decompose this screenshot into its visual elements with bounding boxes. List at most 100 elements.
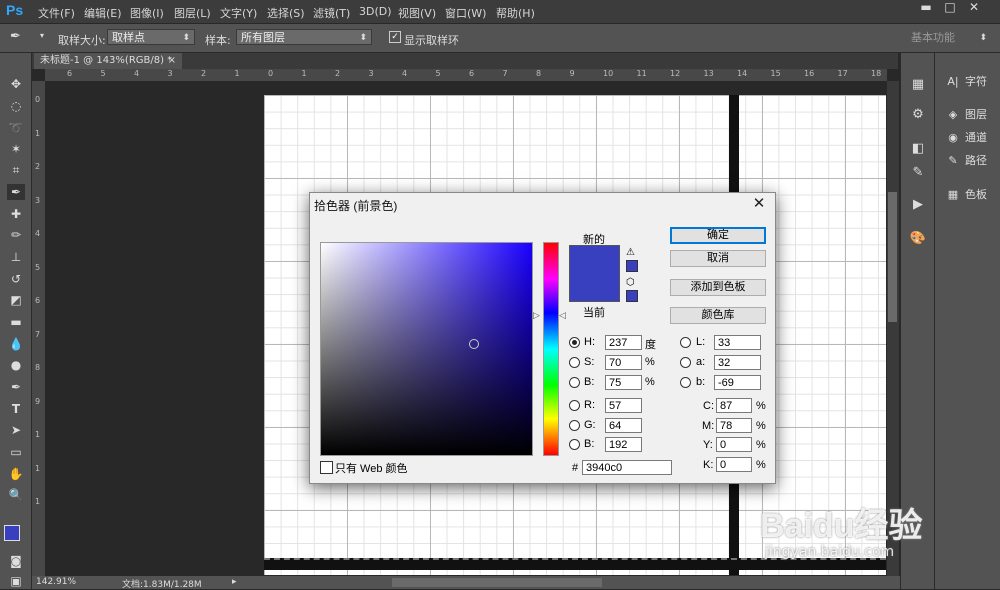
hue-field[interactable]: 237 [605, 335, 642, 350]
sample-select[interactable]: 所有图层 ⬍ [236, 29, 372, 45]
workspace-select[interactable]: 基本功能 ⬍ [906, 29, 992, 45]
vertical-scroll-thumb[interactable] [888, 192, 897, 322]
menu-filter[interactable]: 滤镜(T) [313, 5, 350, 21]
menu-view[interactable]: 视图(V) [398, 5, 436, 21]
crop-tool-icon[interactable]: ⌗ [7, 162, 25, 178]
blue-radio[interactable] [569, 439, 580, 450]
stamp-tool-icon[interactable]: ⊥ [7, 249, 25, 265]
web-safe-swatch[interactable] [626, 290, 638, 302]
hue-slider-left-arrow-icon[interactable]: ▷ [533, 310, 540, 321]
add-to-swatches-button[interactable]: 添加到色板 [670, 279, 766, 296]
menu-window[interactable]: 窗口(W) [445, 5, 486, 21]
out-of-gamut-warning-icon[interactable]: ⚠ [626, 247, 635, 258]
hue-slider[interactable] [543, 242, 559, 456]
document-tab[interactable]: 未标题-1 @ 143%(RGB/8) * × [34, 53, 182, 69]
sample-size-select[interactable]: 取样点 ⬍ [107, 29, 195, 45]
gamut-swatch[interactable] [626, 260, 638, 272]
brush-presets-icon[interactable]: 🎨 [909, 231, 927, 249]
styles-panel-icon[interactable]: ✎ [909, 165, 927, 183]
ok-button[interactable]: 确定 [670, 227, 766, 244]
panel-character[interactable]: A| 字符 [935, 71, 1000, 93]
history-panel-icon[interactable]: ▦ [909, 77, 927, 95]
actions-panel-icon[interactable]: ▶ [909, 197, 927, 215]
black-field[interactable]: 0 [716, 457, 752, 472]
saturation-field[interactable]: 70 [605, 355, 642, 370]
close-window-button[interactable]: ✕ [962, 0, 986, 18]
color-libraries-button[interactable]: 颜色库 [670, 307, 766, 324]
menu-type[interactable]: 文字(Y) [220, 5, 257, 21]
lab-a-radio[interactable] [680, 357, 691, 368]
magic-wand-icon[interactable]: ✶ [7, 141, 25, 157]
properties-panel-icon[interactable]: ⚙ [909, 107, 927, 125]
rectangle-tool-icon[interactable]: ▭ [7, 444, 25, 460]
zoom-level[interactable]: 142.91% [36, 577, 76, 587]
eyedropper-tool-icon[interactable]: ✒ [7, 184, 25, 200]
path-selection-icon[interactable]: ➤ [7, 422, 25, 438]
restore-button[interactable]: □ [938, 0, 962, 18]
magenta-field[interactable]: 78 [716, 418, 752, 433]
menu-layer[interactable]: 图层(L) [174, 5, 211, 21]
green-field[interactable]: 64 [605, 418, 642, 433]
horizontal-scroll-thumb[interactable] [392, 578, 602, 587]
saturation-brightness-field[interactable] [320, 242, 533, 456]
menu-3d[interactable]: 3D(D) [359, 5, 392, 18]
foreground-color-swatch[interactable] [4, 525, 20, 541]
minimize-button[interactable]: ▬ [914, 0, 938, 18]
lab-b-field[interactable]: -69 [714, 375, 761, 390]
marquee-tool-icon[interactable]: ◌ [7, 98, 25, 114]
lab-a-field[interactable]: 32 [714, 355, 761, 370]
panel-layers[interactable]: ◈ 图层 [935, 104, 1000, 126]
blur-tool-icon[interactable]: 💧 [7, 336, 25, 352]
color-field-cursor[interactable] [469, 339, 479, 349]
ruler-tick-label: 2 [35, 162, 41, 171]
web-safe-cube-icon[interactable]: ⬡ [626, 277, 635, 288]
brush-tool-icon[interactable]: ✏ [7, 227, 25, 243]
green-radio[interactable] [569, 420, 580, 431]
panel-swatches[interactable]: ▦ 色板 [935, 184, 1000, 206]
brightness-radio[interactable] [569, 377, 580, 388]
eraser-tool-icon[interactable]: ◩ [7, 292, 25, 308]
hex-field[interactable]: 3940c0 [582, 460, 672, 475]
lab-b-radio[interactable] [680, 377, 691, 388]
menu-help[interactable]: 帮助(H) [496, 5, 535, 21]
show-ring-checkbox[interactable]: ✓ [389, 31, 401, 43]
move-tool-icon[interactable]: ✥ [7, 76, 25, 92]
yellow-field[interactable]: 0 [716, 437, 752, 452]
lab-l-field[interactable]: 33 [714, 335, 761, 350]
brightness-field[interactable]: 75 [605, 375, 642, 390]
menu-select[interactable]: 选择(S) [267, 5, 305, 21]
web-only-checkbox[interactable] [320, 461, 333, 474]
type-tool-icon[interactable]: T [7, 401, 25, 417]
cyan-field[interactable]: 87 [716, 398, 752, 413]
pen-tool-icon[interactable]: ✒ [7, 379, 25, 395]
hue-slider-right-arrow-icon[interactable]: ◁ [559, 310, 566, 321]
eyedropper-icon[interactable]: ✒ [10, 29, 21, 44]
menu-image[interactable]: 图像(I) [130, 5, 164, 21]
cancel-button[interactable]: 取消 [670, 250, 766, 267]
panel-paths[interactable]: ✎ 路径 [935, 150, 1000, 172]
menu-edit[interactable]: 编辑(E) [84, 5, 122, 21]
hue-radio[interactable] [569, 337, 580, 348]
blue-field[interactable]: 192 [605, 437, 642, 452]
chevron-down-icon[interactable]: ▾ [40, 31, 44, 40]
close-tab-icon[interactable]: × [168, 53, 176, 69]
lasso-tool-icon[interactable]: ➰ [7, 120, 25, 136]
gradient-tool-icon[interactable]: ▬ [7, 314, 25, 330]
zoom-tool-icon[interactable]: 🔍 [7, 487, 25, 503]
healing-brush-icon[interactable]: ✚ [7, 206, 25, 222]
saturation-radio[interactable] [569, 357, 580, 368]
hand-tool-icon[interactable]: ✋ [7, 466, 25, 482]
dodge-tool-icon[interactable]: ● [7, 357, 25, 373]
dialog-close-button[interactable]: ✕ [750, 195, 768, 213]
history-brush-icon[interactable]: ↺ [7, 271, 25, 287]
status-menu-arrow-icon[interactable]: ▸ [232, 577, 237, 587]
lab-l-radio[interactable] [680, 337, 691, 348]
screen-mode-icon[interactable]: ▣ [7, 573, 25, 589]
adjustments-panel-icon[interactable]: ◧ [909, 141, 927, 159]
red-field[interactable]: 57 [605, 398, 642, 413]
quick-mask-icon[interactable]: ◙ [7, 553, 25, 569]
menu-file[interactable]: 文件(F) [38, 5, 75, 21]
red-radio[interactable] [569, 400, 580, 411]
current-color-swatch[interactable] [569, 277, 620, 302]
panel-channels[interactable]: ◉ 通道 [935, 127, 1000, 149]
